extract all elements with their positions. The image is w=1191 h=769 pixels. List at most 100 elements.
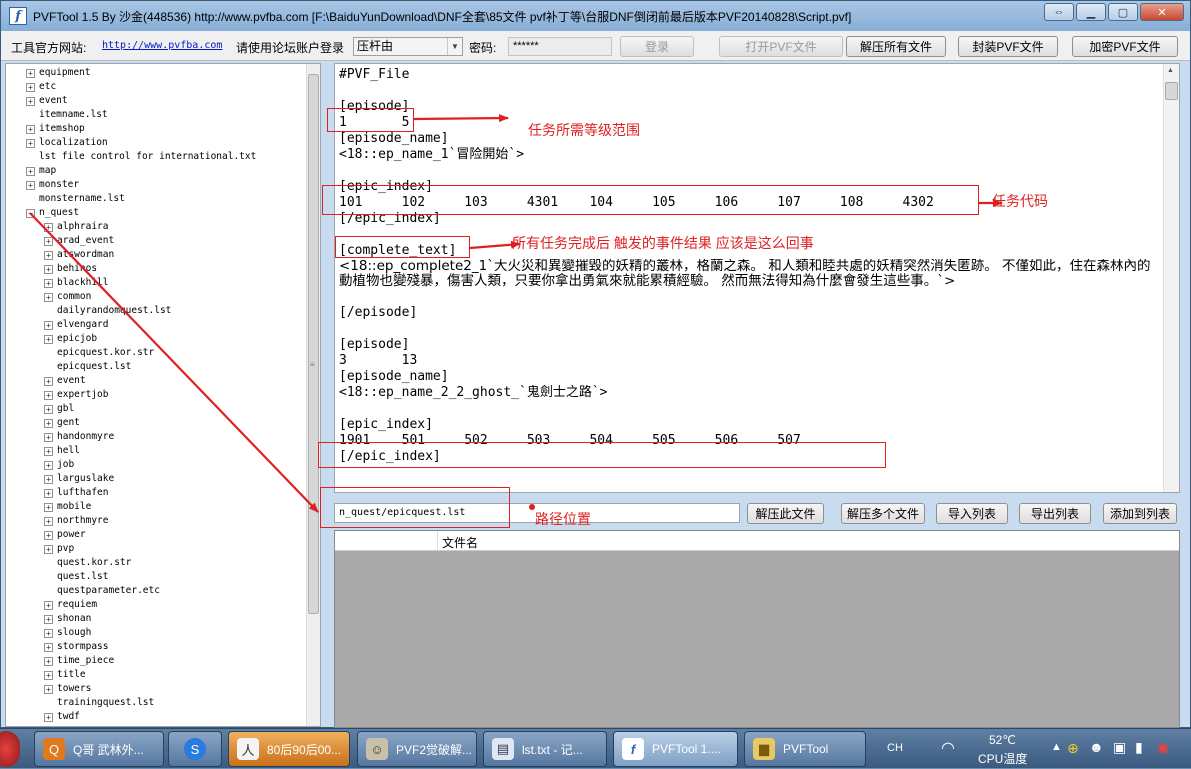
- resize-icon[interactable]: ⇔: [1044, 3, 1074, 21]
- tree-item[interactable]: epicquest.kor.str: [6, 346, 306, 360]
- tree-item[interactable]: + slough: [6, 626, 306, 640]
- tree-item[interactable]: + atswordman: [6, 248, 306, 262]
- tree-scroll-thumb[interactable]: [308, 74, 319, 614]
- taskbar-item-qgame[interactable]: Q Q哥 武林外...: [34, 731, 164, 767]
- title-bar[interactable]: f PVFTool 1.5 By 沙金(448536) http://www.p…: [1, 1, 1190, 31]
- tree-item[interactable]: + twdf: [6, 710, 306, 724]
- expand-icon[interactable]: +: [44, 713, 53, 722]
- expand-icon[interactable]: +: [44, 671, 53, 680]
- tree-item[interactable]: questparameter.etc: [6, 584, 306, 598]
- tree-item[interactable]: epicquest.lst: [6, 360, 306, 374]
- close-button[interactable]: ✕: [1140, 3, 1184, 21]
- tree-item[interactable]: + shonan: [6, 612, 306, 626]
- tray-expand-icon[interactable]: ▲: [1051, 741, 1062, 753]
- expand-icon[interactable]: +: [44, 545, 53, 554]
- tree-item[interactable]: + towers: [6, 682, 306, 696]
- expand-icon[interactable]: +: [44, 657, 53, 666]
- pack-pvf-button[interactable]: 封装PVF文件: [958, 36, 1058, 57]
- editor-text[interactable]: #PVF_File [episode] 1 5 [episode_name] <18::…: [339, 67, 1163, 465]
- password-field[interactable]: ******: [508, 37, 612, 56]
- expand-icon[interactable]: +: [44, 685, 53, 694]
- collapse-icon[interactable]: −: [26, 209, 35, 218]
- expand-icon[interactable]: +: [44, 517, 53, 526]
- tree-item[interactable]: + power: [6, 528, 306, 542]
- tree-item[interactable]: + stormpass: [6, 640, 306, 654]
- tree-item[interactable]: + localization: [6, 136, 306, 150]
- site-link[interactable]: http://www.pvfba.com: [102, 40, 222, 51]
- tree-item[interactable]: + expertjob: [6, 388, 306, 402]
- tree-item[interactable]: dailyrandomquest.lst: [6, 304, 306, 318]
- expand-icon[interactable]: +: [44, 615, 53, 624]
- tree-item[interactable]: lst file control for international.txt: [6, 150, 306, 164]
- login-button[interactable]: 登录: [620, 36, 694, 57]
- taskbar-item-notepad[interactable]: ▤ lst.txt - 记...: [483, 731, 607, 767]
- file-list[interactable]: 文件名: [334, 530, 1180, 728]
- taskbar-item-sogou[interactable]: S: [168, 731, 222, 767]
- tree-item[interactable]: + hell: [6, 444, 306, 458]
- tree-item[interactable]: + elvengard: [6, 318, 306, 332]
- expand-icon[interactable]: +: [44, 405, 53, 414]
- editor-scrollbar[interactable]: ▲: [1163, 64, 1179, 492]
- tree-item[interactable]: + map: [6, 164, 306, 178]
- maximize-button[interactable]: ▢: [1108, 3, 1138, 21]
- qq-icon[interactable]: ☻: [1089, 739, 1104, 755]
- expand-icon[interactable]: +: [44, 489, 53, 498]
- script-editor[interactable]: #PVF_File [episode] 1 5 [episode_name] <18::…: [334, 63, 1180, 493]
- expand-icon[interactable]: +: [26, 181, 35, 190]
- tree-item[interactable]: quest.lst: [6, 570, 306, 584]
- expand-icon[interactable]: +: [44, 223, 53, 232]
- import-list-button[interactable]: 导入列表: [936, 503, 1008, 524]
- file-tree[interactable]: + equipment + etc + event itemname.lst + itemsho…: [5, 63, 321, 727]
- tree-item[interactable]: + arad_event: [6, 234, 306, 248]
- tree-item[interactable]: + larguslake: [6, 472, 306, 486]
- tree-item[interactable]: + monster: [6, 178, 306, 192]
- extract-many-button[interactable]: 解压多个文件: [841, 503, 925, 524]
- security-icon[interactable]: ⊕: [1067, 740, 1079, 757]
- tree-item[interactable]: + job: [6, 458, 306, 472]
- minimize-button[interactable]: ▁: [1076, 3, 1106, 21]
- tree-scrollbar[interactable]: ≡: [306, 64, 320, 726]
- volume-icon[interactable]: ▮: [1135, 739, 1143, 756]
- tree-item[interactable]: + alphraira: [6, 220, 306, 234]
- export-list-button[interactable]: 导出列表: [1019, 503, 1091, 524]
- tree-item[interactable]: + common: [6, 290, 306, 304]
- expand-icon[interactable]: +: [44, 391, 53, 400]
- expand-icon[interactable]: +: [26, 139, 35, 148]
- network-icon[interactable]: ◉: [1157, 739, 1169, 756]
- scroll-up-icon[interactable]: ▲: [1167, 67, 1174, 74]
- tree-item[interactable]: + itemshop: [6, 122, 306, 136]
- taskbar-item-folder[interactable]: ▆ PVFTool: [744, 731, 866, 767]
- editor-scroll-thumb[interactable]: [1165, 82, 1178, 100]
- ime-indicator[interactable]: CH: [887, 742, 903, 754]
- tree-item[interactable]: quest.kor.str: [6, 556, 306, 570]
- tree-item[interactable]: − n_quest: [6, 206, 306, 220]
- expand-icon[interactable]: +: [44, 531, 53, 540]
- tree-item[interactable]: trainingquest.lst: [6, 696, 306, 710]
- expand-icon[interactable]: +: [26, 167, 35, 176]
- tree-item[interactable]: + etc: [6, 80, 306, 94]
- expand-icon[interactable]: +: [44, 419, 53, 428]
- expand-icon[interactable]: +: [26, 83, 35, 92]
- taskbar-item-pvftool[interactable]: f PVFTool 1....: [613, 731, 738, 767]
- expand-icon[interactable]: +: [44, 601, 53, 610]
- tree-item[interactable]: itemname.lst: [6, 108, 306, 122]
- expand-icon[interactable]: +: [44, 643, 53, 652]
- tree-item[interactable]: + requiem: [6, 598, 306, 612]
- expand-icon[interactable]: +: [44, 321, 53, 330]
- tree-item[interactable]: + blackhill: [6, 276, 306, 290]
- tree-item[interactable]: + handonmyre: [6, 430, 306, 444]
- expand-icon[interactable]: +: [44, 237, 53, 246]
- taskbar-item-photo[interactable]: 人 80后90后00...: [228, 731, 350, 767]
- tree-item[interactable]: + gent: [6, 416, 306, 430]
- tree-item[interactable]: + northmyre: [6, 514, 306, 528]
- wifi-icon[interactable]: ◠: [941, 738, 955, 758]
- tree-item[interactable]: + pvp: [6, 542, 306, 556]
- expand-icon[interactable]: +: [44, 265, 53, 274]
- expand-icon[interactable]: +: [44, 251, 53, 260]
- expand-icon[interactable]: +: [44, 447, 53, 456]
- column-header-blank[interactable]: [335, 531, 438, 550]
- device-icon[interactable]: ▣: [1113, 739, 1126, 756]
- start-orb-icon[interactable]: [0, 731, 20, 767]
- tree-item[interactable]: + gbl: [6, 402, 306, 416]
- extract-this-button[interactable]: 解压此文件: [747, 503, 824, 524]
